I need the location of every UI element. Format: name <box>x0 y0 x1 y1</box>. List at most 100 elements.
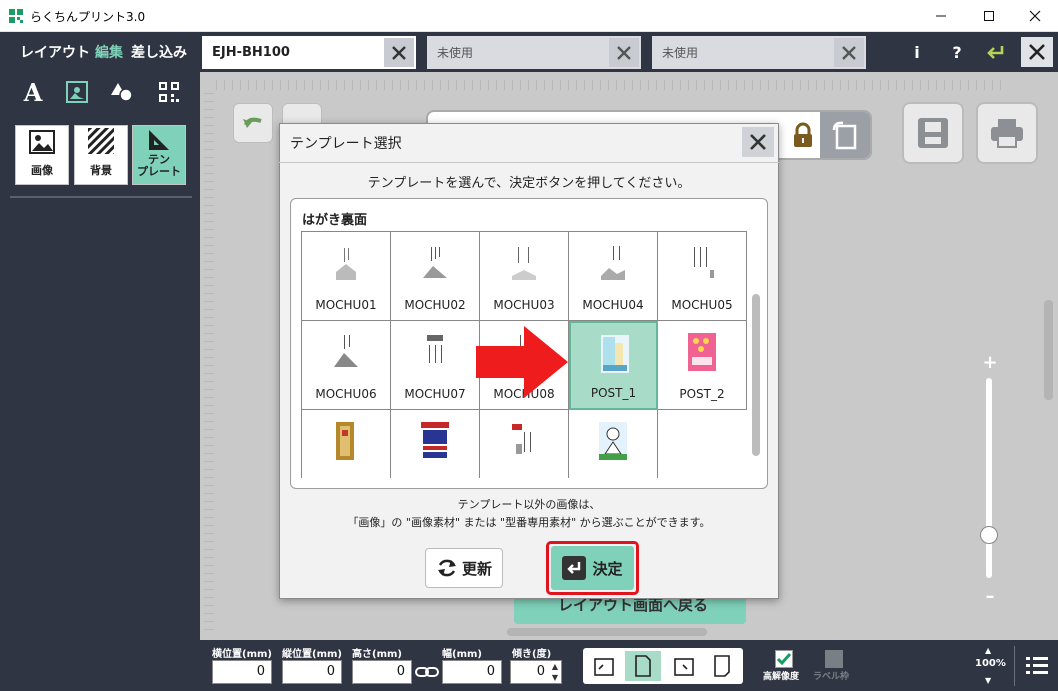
angle-label: 傾き(度) <box>512 649 552 660</box>
template-thumbnail <box>510 422 538 460</box>
mode-tab-edit[interactable]: 編集 <box>95 42 123 62</box>
mode-tab-layout[interactable]: レイアウト <box>20 42 90 62</box>
template-cell[interactable]: MOCHU05 <box>658 232 747 321</box>
dialog-instruction: テンプレートを選んで、決定ボタンを押してください。 <box>367 176 691 191</box>
qr-code-icon[interactable] <box>155 78 183 106</box>
template-cell[interactable]: POST_4 <box>391 410 480 478</box>
template-tile-label-2: プレート <box>137 164 181 178</box>
window-close-button[interactable] <box>1012 0 1058 32</box>
tab-unused-1[interactable]: 未使用 <box>427 36 641 69</box>
close-icon[interactable] <box>834 38 864 67</box>
template-scrollbar[interactable] <box>752 294 760 456</box>
image-edit-icon[interactable] <box>63 78 91 106</box>
zoom-down-icon[interactable]: ▼ <box>985 676 991 685</box>
stripes-icon <box>88 128 114 154</box>
zoom-in-icon[interactable]: + <box>980 352 1000 373</box>
template-cell[interactable]: MOCHU02 <box>391 232 480 321</box>
enter-icon <box>562 556 587 580</box>
dialog-note-line-1: テンプレート以外の画像は、 <box>457 498 601 511</box>
zoom-slider[interactable] <box>986 378 992 578</box>
template-cell[interactable]: POST_2 <box>658 321 747 410</box>
zoom-slider-thumb[interactable] <box>980 526 998 544</box>
mode-tab-merge[interactable]: 差し込み <box>131 42 187 62</box>
print-button[interactable] <box>976 102 1038 164</box>
tab-unused-2[interactable]: 未使用 <box>652 36 866 69</box>
y-position-field[interactable]: 0 <box>282 660 342 684</box>
template-label: POST_3 <box>302 476 390 478</box>
template-label: MOCHU04 <box>582 298 644 312</box>
zoom-up-icon[interactable]: ▲ <box>985 646 991 655</box>
close-icon[interactable] <box>609 38 639 67</box>
template-thumbnail <box>421 244 449 282</box>
x-position-field[interactable]: 0 <box>212 660 272 684</box>
image-tile[interactable]: 画像 <box>15 125 69 185</box>
info-icon[interactable]: i <box>903 38 931 66</box>
dialog-separator <box>279 162 779 163</box>
app-close-icon[interactable] <box>1021 37 1053 67</box>
ok-label: 決定 <box>592 559 623 578</box>
printer-icon <box>991 119 1023 148</box>
label-frame-checkbox[interactable] <box>825 650 843 668</box>
save-button[interactable] <box>902 102 964 164</box>
template-label: MOCHU05 <box>671 298 733 312</box>
template-thumbnail <box>688 333 716 371</box>
text-icon[interactable]: A <box>19 78 47 107</box>
template-cell[interactable]: POST_1 <box>569 321 658 410</box>
lock-icon[interactable] <box>786 118 820 152</box>
width-field[interactable]: 0 <box>442 660 502 684</box>
template-thumbnail <box>332 244 360 282</box>
list-icon[interactable] <box>1020 647 1054 683</box>
minimize-button[interactable] <box>918 0 964 32</box>
red-arrow-indicator <box>476 326 568 398</box>
rotate-180-icon[interactable] <box>706 651 738 681</box>
shapes-icon[interactable] <box>108 78 136 106</box>
maximize-button[interactable] <box>966 0 1012 32</box>
template-thumbnail <box>510 244 538 282</box>
save-icon <box>918 118 948 148</box>
help-icon[interactable]: ? <box>943 38 971 66</box>
angle-spinner[interactable]: ▲ ▼ <box>549 661 561 683</box>
height-field[interactable]: 0 <box>352 660 412 684</box>
link-icon[interactable] <box>415 664 439 680</box>
orientation-normal-icon[interactable] <box>625 651 661 681</box>
template-cell[interactable]: MOCHU03 <box>480 232 569 321</box>
height-label: 高さ(mm) <box>352 649 402 660</box>
return-icon[interactable] <box>982 38 1010 66</box>
vertical-scrollbar[interactable] <box>1044 300 1053 400</box>
template-label: POST_6 <box>569 476 657 478</box>
template-cell[interactable]: MOCHU04 <box>569 232 658 321</box>
template-cell[interactable]: POST_5 <box>480 410 569 478</box>
horizontal-scrollbar[interactable] <box>507 628 707 636</box>
undo-button[interactable] <box>233 103 273 143</box>
ok-button[interactable]: 決定 <box>551 546 634 590</box>
image-icon <box>29 130 55 154</box>
template-cell[interactable]: POST_6 <box>569 410 658 478</box>
dialog-close-icon[interactable] <box>742 127 774 157</box>
template-cell[interactable]: POST_3 <box>302 410 391 478</box>
ruler-left <box>204 90 214 630</box>
zoom-level[interactable]: 100% <box>975 658 1006 669</box>
template-label: MOCHU03 <box>493 298 555 312</box>
rotate-left-icon[interactable] <box>588 651 620 681</box>
template-cell[interactable]: MOCHU01 <box>302 232 391 321</box>
title-bar <box>0 0 1058 32</box>
template-cell[interactable]: MOCHU07 <box>391 321 480 410</box>
refresh-label: 更新 <box>461 559 492 578</box>
template-thumbnail <box>599 422 627 460</box>
template-thumbnail <box>332 333 360 371</box>
template-label: MOCHU07 <box>404 387 466 401</box>
zoom-out-icon[interactable]: – <box>980 586 1000 607</box>
tab-ejh-bh100[interactable]: EJH-BH100 <box>202 36 416 69</box>
template-label: POST_1 <box>590 386 637 400</box>
undo-icon <box>243 117 262 128</box>
template-tile[interactable]: テン プレート <box>132 125 186 185</box>
template-cell[interactable]: MOCHU06 <box>302 321 391 410</box>
background-tile[interactable]: 背景 <box>74 125 128 185</box>
template-section-heading: はがき裏面 <box>302 213 368 228</box>
sidebar-divider <box>10 196 192 198</box>
rotate-right-icon[interactable] <box>668 651 700 681</box>
close-icon[interactable] <box>384 38 414 67</box>
refresh-button[interactable]: 更新 <box>425 548 503 588</box>
rotate-button[interactable] <box>820 112 870 158</box>
high-res-checkbox[interactable] <box>775 650 793 668</box>
